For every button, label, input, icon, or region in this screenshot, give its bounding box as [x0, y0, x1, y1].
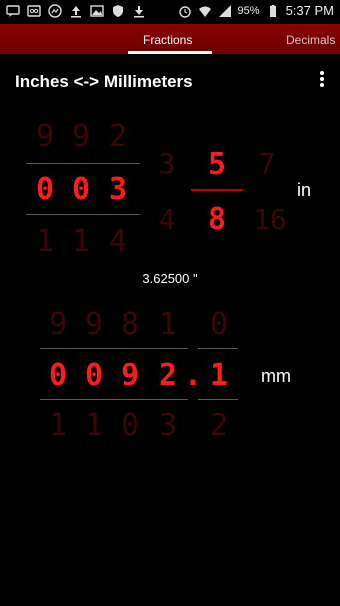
inch-digit-1-above[interactable]: 9 [30, 120, 60, 154]
notification-icons [6, 4, 146, 18]
mm-digit-2-above[interactable]: 9 [79, 308, 109, 342]
picker-separator [26, 163, 140, 164]
picker-separator [40, 348, 188, 349]
more-vert-icon[interactable] [316, 70, 328, 92]
mm-digit-2[interactable]: 0 [79, 359, 109, 393]
mm-digit-4-below[interactable]: 3 [153, 409, 183, 443]
mm-digit-3-below[interactable]: 0 [115, 409, 145, 443]
picker-separator [198, 399, 238, 400]
mm-digit-1[interactable]: 0 [43, 359, 73, 393]
mm-digit-5-below[interactable]: 2 [204, 409, 234, 443]
mm-digit-4[interactable]: 2 [153, 359, 183, 393]
picker-separator [40, 399, 188, 400]
inch-digit-1[interactable]: 0 [30, 173, 60, 207]
battery-level: 95% [237, 4, 260, 17]
inch-digit-3-above[interactable]: 2 [103, 120, 133, 154]
mm-digit-3[interactable]: 9 [115, 359, 145, 393]
mm-digit-1-below[interactable]: 1 [43, 409, 73, 443]
download-icon [132, 4, 146, 18]
system-icons: 95% 5:37 PM [178, 3, 334, 18]
voicemail-icon [27, 4, 41, 18]
denominator-value[interactable]: 8 [202, 203, 232, 237]
status-bar: 95% 5:37 PM [0, 0, 340, 24]
inches-unit-label: in [297, 180, 312, 200]
picker-separator [198, 348, 238, 349]
inch-digit-2[interactable]: 0 [66, 173, 96, 207]
inch-digit-2-below[interactable]: 1 [66, 225, 96, 259]
shield-icon [111, 4, 125, 18]
mm-digit-5-above[interactable]: 0 [204, 308, 234, 342]
upload-icon [69, 4, 83, 18]
tab-decimals[interactable]: Decimals [286, 33, 335, 47]
fraction-bar [191, 189, 243, 191]
inch-digit-3-below[interactable]: 4 [103, 225, 133, 259]
inch-digit-1-below[interactable]: 1 [30, 225, 60, 259]
image-icon [90, 4, 104, 18]
numerator-value[interactable]: 5 [202, 148, 232, 182]
inch-digit-3[interactable]: 3 [103, 173, 133, 207]
page-title: Inches <-> Millimeters [15, 72, 193, 91]
decimal-inches-readout: 3.62500 " [142, 271, 198, 286]
mm-digit-1-above[interactable]: 9 [43, 308, 73, 342]
messenger-icon [48, 4, 62, 18]
picker-separator [26, 214, 140, 215]
action-bar: Inches <-> Millimeters [0, 54, 340, 106]
clock: 5:37 PM [285, 3, 334, 18]
mm-digit-2-below[interactable]: 1 [79, 409, 109, 443]
inch-digit-2-above[interactable]: 9 [66, 120, 96, 154]
millimeters-unit-label: mm [261, 366, 291, 386]
mm-digit-3-above[interactable]: 8 [115, 308, 145, 342]
battery-icon [266, 4, 280, 18]
denominator-above[interactable]: 7 [250, 147, 284, 181]
message-icon [6, 4, 20, 18]
denominator-below[interactable]: 16 [248, 203, 292, 237]
alarm-icon [178, 4, 192, 18]
tab-bar: Fractions Decimals [0, 24, 340, 54]
signal-icon [218, 4, 232, 18]
numerator-below[interactable]: 4 [150, 203, 184, 237]
mm-digit-5[interactable]: 1 [204, 359, 234, 393]
tab-fractions[interactable]: Fractions [143, 33, 192, 47]
mm-digit-4-above[interactable]: 1 [153, 308, 183, 342]
wifi-icon [198, 4, 212, 18]
decimal-point: . [184, 358, 203, 393]
numerator-above[interactable]: 3 [150, 147, 184, 181]
